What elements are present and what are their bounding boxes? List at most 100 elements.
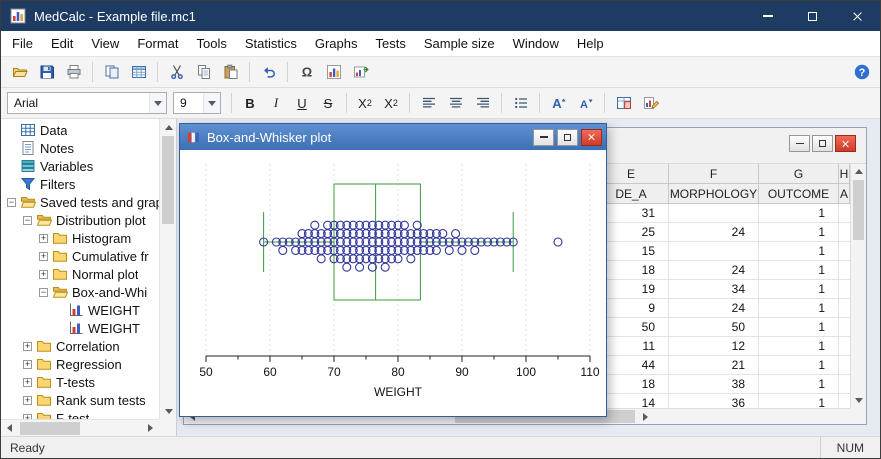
tree-item-regression[interactable]: + Regression (1, 355, 159, 373)
boxplot-window-titlebar[interactable]: Box-and-Whisker plot (180, 124, 606, 150)
cell[interactable] (669, 242, 759, 261)
tree-item-box-and-whi[interactable]: − Box-and-Whi (1, 283, 159, 301)
menu-item-sample-size[interactable]: Sample size (415, 31, 504, 56)
menu-item-format[interactable]: Format (128, 31, 187, 56)
paste-icon[interactable] (218, 60, 243, 84)
tree-item-distribution-plot[interactable]: − Distribution plot (1, 211, 159, 229)
cell[interactable]: 21 (669, 356, 759, 375)
scrollbar-thumb[interactable] (20, 421, 80, 435)
align-right-icon[interactable] (470, 91, 495, 115)
insert-graph-icon[interactable] (321, 60, 346, 84)
scrollbar-thumb[interactable] (853, 180, 864, 240)
tree-item-histogram[interactable]: + Histogram (1, 229, 159, 247)
expand-icon[interactable]: + (23, 377, 32, 387)
cell[interactable]: 1 (759, 337, 839, 356)
bold-button[interactable]: B (238, 91, 262, 115)
cell[interactable]: 50 (669, 318, 759, 337)
column-letter-F[interactable]: F (669, 164, 759, 184)
cell[interactable] (839, 375, 850, 394)
align-center-icon[interactable] (443, 91, 468, 115)
menu-item-file[interactable]: File (3, 31, 42, 56)
maximize-button[interactable] (557, 128, 578, 146)
save-icon[interactable] (34, 60, 59, 84)
chevron-down-icon[interactable] (203, 93, 220, 113)
menu-item-view[interactable]: View (82, 31, 128, 56)
tree-item-cumulative-fr[interactable]: + Cumulative fr (1, 247, 159, 265)
minimize-button[interactable] (533, 128, 554, 146)
scrollbar-thumb[interactable] (162, 136, 174, 224)
maximize-button[interactable] (812, 135, 833, 152)
cell[interactable] (669, 204, 759, 223)
cell[interactable]: 12 (669, 337, 759, 356)
cell[interactable]: 1 (759, 204, 839, 223)
cell[interactable]: 1 (759, 242, 839, 261)
cell[interactable] (839, 394, 850, 408)
cell[interactable] (839, 223, 850, 242)
cell[interactable] (839, 318, 850, 337)
collapse-icon[interactable]: − (39, 287, 48, 297)
tree-item-filters[interactable]: Filters (1, 175, 159, 193)
cell[interactable] (839, 204, 850, 223)
tree-item-rank-sum-tests[interactable]: + Rank sum tests (1, 391, 159, 409)
graph-wizard-icon[interactable] (638, 91, 663, 115)
tree-item-variables[interactable]: Variables (1, 157, 159, 175)
table-icon[interactable] (126, 60, 151, 84)
cell[interactable]: 1 (759, 280, 839, 299)
scroll-left-arrow[interactable] (1, 420, 18, 436)
cell[interactable]: 1 (759, 375, 839, 394)
expand-icon[interactable]: + (23, 395, 32, 405)
scroll-up-arrow[interactable] (851, 164, 867, 179)
collapse-icon[interactable]: − (23, 215, 32, 225)
scroll-down-arrow[interactable] (160, 403, 177, 419)
close-button[interactable] (581, 128, 602, 146)
menu-item-help[interactable]: Help (568, 31, 613, 56)
sidebar-horizontal-scrollbar[interactable] (1, 419, 159, 436)
menu-item-graphs[interactable]: Graphs (306, 31, 367, 56)
cell[interactable]: 1 (759, 299, 839, 318)
omega-icon[interactable]: Ω (294, 60, 319, 84)
expand-icon[interactable]: + (39, 251, 48, 261)
tree-item-weight[interactable]: WEIGHT (1, 319, 159, 337)
cut-icon[interactable] (164, 60, 189, 84)
copy-sheet-icon[interactable] (99, 60, 124, 84)
cell[interactable] (839, 356, 850, 375)
tree-item-correlation[interactable]: + Correlation (1, 337, 159, 355)
column-letter-G[interactable]: G (759, 164, 839, 184)
sidebar-vertical-scrollbar[interactable] (159, 119, 176, 419)
cell[interactable] (839, 242, 850, 261)
decrease-font-icon[interactable]: A (573, 91, 598, 115)
close-button[interactable] (835, 1, 880, 31)
tree-item-saved-tests-and-grap[interactable]: − Saved tests and grap (1, 193, 159, 211)
expand-icon[interactable]: + (23, 341, 32, 351)
font-size-select[interactable]: 9 (173, 92, 221, 114)
print-icon[interactable] (61, 60, 86, 84)
collapse-icon[interactable]: − (7, 197, 16, 207)
help-icon[interactable]: ? (849, 60, 874, 84)
undo-icon[interactable] (256, 60, 281, 84)
menu-item-statistics[interactable]: Statistics (236, 31, 306, 56)
expand-icon[interactable]: + (23, 359, 32, 369)
minimize-button[interactable] (745, 1, 790, 31)
cell[interactable]: 24 (669, 223, 759, 242)
open-icon[interactable] (7, 60, 32, 84)
menu-item-window[interactable]: Window (504, 31, 568, 56)
expand-icon[interactable]: + (39, 269, 48, 279)
column-name-H[interactable]: A (839, 184, 850, 204)
cell[interactable] (839, 280, 850, 299)
underline-button[interactable]: U (290, 91, 314, 115)
cell[interactable] (839, 299, 850, 318)
tree-item-f-test[interactable]: + F-test (1, 409, 159, 419)
align-left-icon[interactable] (416, 91, 441, 115)
tree-item-notes[interactable]: Notes (1, 139, 159, 157)
menu-item-edit[interactable]: Edit (42, 31, 82, 56)
copy-icon[interactable] (191, 60, 216, 84)
cell-format-icon[interactable] (611, 91, 636, 115)
minimize-button[interactable] (789, 135, 810, 152)
italic-button[interactable]: I (264, 91, 288, 115)
tree-item-data[interactable]: Data (1, 121, 159, 139)
column-letter-H[interactable]: H (839, 164, 850, 184)
chevron-down-icon[interactable] (149, 93, 166, 113)
close-button[interactable] (835, 135, 856, 152)
cell[interactable]: 1 (759, 223, 839, 242)
tree-item-normal-plot[interactable]: + Normal plot (1, 265, 159, 283)
